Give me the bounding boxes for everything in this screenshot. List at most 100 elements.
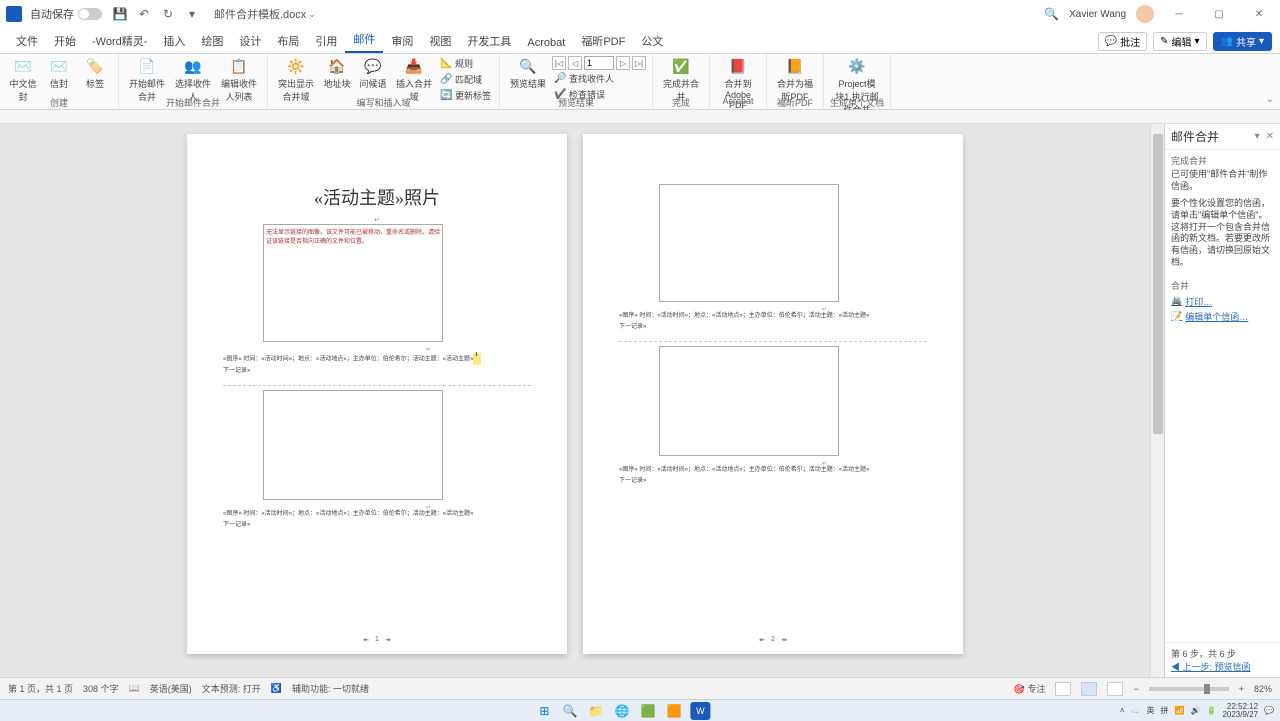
zoom-level[interactable]: 82%: [1254, 684, 1272, 694]
vertical-scrollbar[interactable]: [1150, 124, 1164, 677]
tab-wordgenie[interactable]: -Word精灵-: [84, 29, 155, 53]
tab-design[interactable]: 设计: [231, 29, 269, 53]
chinese-envelope-button[interactable]: ✉️中文信封: [6, 56, 40, 103]
tab-gongwen[interactable]: 公文: [633, 29, 671, 53]
match-fields-button[interactable]: 🔗匹配域: [438, 72, 493, 87]
accessibility-icon[interactable]: ♿: [271, 683, 282, 694]
print-link[interactable]: 🖨️打印…: [1165, 294, 1280, 309]
caption-3[interactable]: «图序» 时间：«活动时间»；地点：«活动地点»；主办单位：伯伦希尔；活动主题：…: [619, 313, 927, 321]
image-placeholder-1[interactable]: 无法显示链接的图像。该文件可能已被移动、重命名或删除。请验证该链接是否指向正确的…: [263, 224, 443, 342]
volume-icon[interactable]: 🔊: [1191, 706, 1201, 715]
search-icon[interactable]: 🔍: [1044, 7, 1059, 21]
read-mode-button[interactable]: [1055, 682, 1071, 696]
start-button[interactable]: ⊞: [534, 702, 554, 720]
zoom-slider[interactable]: [1149, 687, 1229, 691]
scrollbar-thumb[interactable]: [1153, 134, 1163, 434]
language-status[interactable]: 英语(美国): [150, 682, 192, 695]
highlight-merge-fields-button[interactable]: 🔆突出显示合并域: [274, 56, 318, 103]
greeting-line-button[interactable]: 💬问候语: [356, 56, 390, 90]
tab-foxit[interactable]: 福昕PDF: [573, 29, 633, 53]
start-mail-merge-button[interactable]: 📄开始邮件合并: [125, 56, 169, 103]
update-labels-button[interactable]: 🔄更新标签: [438, 88, 493, 103]
tab-references[interactable]: 引用: [307, 29, 345, 53]
battery-icon[interactable]: 🔋: [1206, 706, 1216, 715]
focus-mode-button[interactable]: 🎯 专注: [1014, 682, 1046, 695]
image-placeholder-2[interactable]: [263, 390, 443, 500]
app-icon-1[interactable]: 🟩: [638, 702, 658, 720]
word-taskbar-icon[interactable]: W: [690, 702, 710, 720]
app-icon-2[interactable]: 🟧: [664, 702, 684, 720]
text-predict-status[interactable]: 文本预测: 打开: [202, 682, 261, 695]
filename-dropdown-icon[interactable]: ⌄: [308, 9, 316, 20]
undo-icon[interactable]: ↶: [136, 6, 152, 22]
address-block-button[interactable]: 🏠地址块: [320, 56, 354, 90]
notifications-icon[interactable]: 💬: [1264, 706, 1274, 715]
accessibility-status[interactable]: 辅助功能: 一切就绪: [292, 682, 369, 695]
redo-icon[interactable]: ↻: [160, 6, 176, 22]
zoom-out-button[interactable]: −: [1133, 684, 1138, 694]
tray-onedrive-icon[interactable]: ☁️: [1131, 706, 1141, 715]
labels-button[interactable]: 🏷️标签: [78, 56, 112, 90]
taskbar-search-icon[interactable]: 🔍: [560, 702, 580, 720]
last-record-button[interactable]: ▷|: [632, 56, 646, 70]
tab-acrobat[interactable]: Acrobat: [519, 33, 573, 53]
zoom-in-button[interactable]: +: [1239, 684, 1244, 694]
tab-insert[interactable]: 插入: [155, 29, 193, 53]
preview-results-button[interactable]: 🔍预览结果: [506, 56, 550, 90]
image-placeholder-4[interactable]: [659, 346, 839, 456]
user-avatar[interactable]: [1136, 5, 1154, 23]
share-button[interactable]: 👥 共享 ▾: [1213, 32, 1272, 51]
tab-home[interactable]: 开始: [46, 29, 84, 53]
horizontal-ruler[interactable]: [0, 110, 1280, 124]
image-placeholder-3[interactable]: [659, 184, 839, 302]
tab-draw[interactable]: 绘图: [193, 29, 231, 53]
file-explorer-icon[interactable]: 📁: [586, 702, 606, 720]
prev-step-link[interactable]: ◀ 上一步: 预览信函: [1171, 660, 1274, 673]
page-count-status[interactable]: 第 1 页，共 1 页: [8, 682, 73, 695]
save-icon[interactable]: 💾: [112, 6, 128, 22]
rules-button[interactable]: 📐规则: [438, 56, 493, 71]
caption-2[interactable]: «图序» 时间：«活动时间»；地点：«活动地点»；主办单位：伯伦希尔；活动主题：…: [223, 511, 531, 519]
envelope-button[interactable]: ✉️信封: [42, 56, 76, 90]
edit-letters-link[interactable]: 📝编辑单个信函…: [1165, 309, 1280, 324]
system-clock[interactable]: 22:52:12 2023/9/27: [1222, 703, 1258, 719]
tab-file[interactable]: 文件: [8, 29, 46, 53]
edit-recipient-list-button[interactable]: 📋编辑收件人列表: [217, 56, 261, 103]
prev-record-button[interactable]: ◁: [568, 56, 582, 70]
task-pane-close-icon[interactable]: ✕: [1266, 131, 1274, 142]
task-pane-dropdown-icon[interactable]: ▾: [1255, 131, 1260, 142]
tab-view[interactable]: 视图: [421, 29, 459, 53]
word-count-status[interactable]: 308 个字: [83, 682, 119, 695]
print-layout-button[interactable]: [1081, 682, 1097, 696]
caption-1[interactable]: «图序» 时间：«活动时间»；地点：«活动地点»；主办单位：伯伦希尔；活动主题：…: [223, 353, 531, 365]
find-recipient-button[interactable]: 🔎查找收件人: [552, 71, 646, 86]
autosave-switch[interactable]: [78, 8, 102, 20]
next-record-button[interactable]: ▷: [616, 56, 630, 70]
username-label[interactable]: Xavier Wang: [1069, 9, 1126, 20]
edge-icon[interactable]: 🌐: [612, 702, 632, 720]
autosave-toggle[interactable]: 自动保存: [30, 6, 102, 22]
tab-layout[interactable]: 布局: [269, 29, 307, 53]
editing-mode-button[interactable]: ✎ 编辑 ▾: [1153, 32, 1206, 51]
record-number-input[interactable]: [584, 56, 614, 70]
document-area[interactable]: «活动主题»照片 ↵ 无法显示链接的图像。该文件可能已被移动、重命名或删除。请验…: [0, 124, 1150, 677]
tab-mailings[interactable]: 邮件: [345, 27, 383, 53]
page-1[interactable]: «活动主题»照片 ↵ 无法显示链接的图像。该文件可能已被移动、重命名或删除。请验…: [187, 134, 567, 654]
web-layout-button[interactable]: [1107, 682, 1123, 696]
tray-chevron-icon[interactable]: ˄: [1120, 706, 1125, 715]
close-button[interactable]: ✕: [1244, 4, 1274, 24]
minimize-button[interactable]: ─: [1164, 4, 1194, 24]
document-filename[interactable]: 邮件合并模板.docx: [214, 6, 306, 22]
tab-review[interactable]: 审阅: [383, 29, 421, 53]
caption-4[interactable]: «图序» 时间：«活动时间»；地点：«活动地点»；主办单位：伯伦希尔；活动主题：…: [619, 467, 927, 475]
comments-button[interactable]: 💬 批注: [1098, 32, 1147, 51]
page-2[interactable]: ↵ «图序» 时间：«活动时间»；地点：«活动地点»；主办单位：伯伦希尔；活动主…: [583, 134, 963, 654]
tab-developer[interactable]: 开发工具: [459, 29, 519, 53]
wifi-icon[interactable]: 📶: [1175, 706, 1185, 715]
spellcheck-icon[interactable]: 📖: [129, 683, 140, 694]
maximize-button[interactable]: ▢: [1204, 4, 1234, 24]
ime-mode[interactable]: 拼: [1161, 705, 1169, 716]
first-record-button[interactable]: |◁: [552, 56, 566, 70]
qat-dropdown-icon[interactable]: ▾: [184, 6, 200, 22]
collapse-ribbon-icon[interactable]: ⌄: [1266, 94, 1274, 105]
